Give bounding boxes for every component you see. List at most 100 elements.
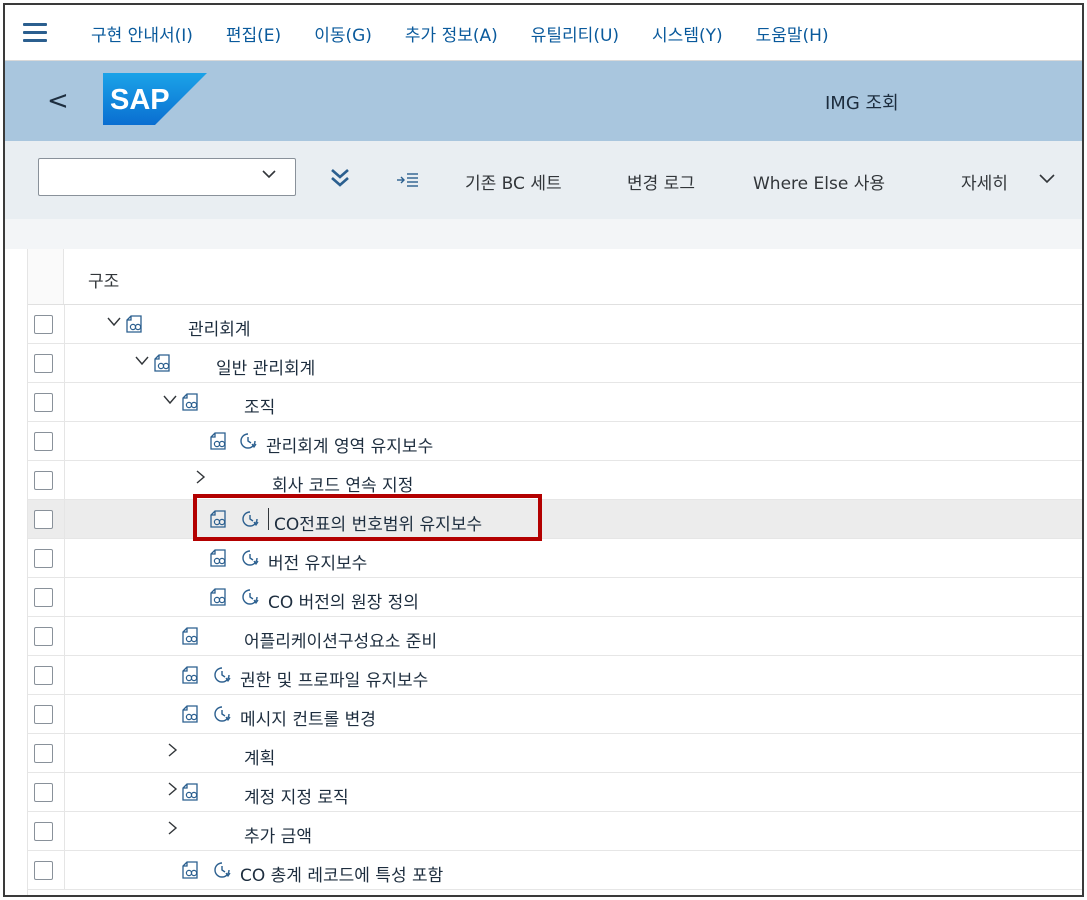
- tree-node-label[interactable]: 추가 금액: [244, 822, 312, 847]
- execute-clock-icon[interactable]: [212, 665, 232, 685]
- tree-row[interactable]: 메시지 컨트롤 변경: [28, 695, 1082, 734]
- expanded-chevron-icon[interactable]: [134, 352, 150, 373]
- tree-row[interactable]: 관리회계 영역 유지보수: [28, 422, 1082, 461]
- row-checkbox[interactable]: [34, 549, 53, 568]
- tree-node-label[interactable]: 관리회계 영역 유지보수: [266, 432, 433, 457]
- documentation-icon[interactable]: [208, 509, 228, 529]
- row-checkbox[interactable]: [34, 510, 53, 529]
- documentation-icon[interactable]: [180, 392, 200, 412]
- tree-node-label[interactable]: 관리회계: [188, 315, 251, 340]
- tree-node-label[interactable]: 메시지 컨트롤 변경: [240, 705, 376, 730]
- row-checkbox[interactable]: [34, 861, 53, 880]
- row-checkbox[interactable]: [34, 393, 53, 412]
- where-else-used-button[interactable]: Where Else 사용: [753, 169, 885, 194]
- tree-node-label[interactable]: 일반 관리회계: [216, 354, 315, 379]
- row-checkbox[interactable]: [34, 315, 53, 334]
- hamburger-menu-icon[interactable]: [23, 23, 47, 43]
- tree-row[interactable]: 회사 코드 연속 지정: [28, 461, 1082, 500]
- menu-implementation-guide[interactable]: 구현 안내서(I): [91, 21, 193, 46]
- tree-node-label[interactable]: 권한 및 프로파일 유지보수: [240, 666, 428, 691]
- execute-clock-icon[interactable]: [240, 509, 260, 529]
- documentation-icon[interactable]: [180, 704, 200, 724]
- tree-row[interactable]: 조직: [28, 383, 1082, 422]
- row-checkbox[interactable]: [34, 822, 53, 841]
- tree-row[interactable]: 계획: [28, 734, 1082, 773]
- documentation-icon[interactable]: [208, 548, 228, 568]
- row-checkbox[interactable]: [34, 432, 53, 451]
- table-header: 구조: [28, 249, 1082, 305]
- tree-row[interactable]: CO 총계 레코드에 특성 포함: [28, 851, 1082, 890]
- expand-all-icon[interactable]: [328, 166, 352, 194]
- tree-row[interactable]: 일반 관리회계: [28, 344, 1082, 383]
- documentation-icon[interactable]: [208, 587, 228, 607]
- execute-clock-icon[interactable]: [240, 548, 260, 568]
- documentation-icon[interactable]: [180, 860, 200, 880]
- menu-help[interactable]: 도움말(H): [756, 21, 829, 46]
- tree-node-label[interactable]: 계획: [244, 744, 275, 769]
- tree-row-selected[interactable]: CO전표의 번호범위 유지보수: [28, 494, 1082, 541]
- menu-utilities[interactable]: 유틸리티(U): [531, 21, 619, 46]
- row-checkbox[interactable]: [34, 705, 53, 724]
- execute-clock-icon[interactable]: [240, 587, 260, 607]
- tree-node-label[interactable]: 버전 유지보수: [268, 549, 367, 574]
- more-button[interactable]: 자세히: [961, 169, 1008, 194]
- menu-bar: 구현 안내서(I) 편집(E) 이동(G) 추가 정보(A) 유틸리티(U) 시…: [5, 5, 1082, 61]
- expanded-chevron-icon[interactable]: [162, 391, 178, 412]
- documentation-icon[interactable]: [180, 665, 200, 685]
- column-header-structure: 구조: [88, 272, 120, 292]
- execute-clock-icon[interactable]: [212, 704, 232, 724]
- tree-node-label[interactable]: 어플리케이션구성요소 준비: [244, 627, 437, 652]
- tree-row[interactable]: 어플리케이션구성요소 준비: [28, 617, 1082, 656]
- expanded-chevron-icon[interactable]: [106, 313, 122, 334]
- row-checkbox[interactable]: [34, 783, 53, 802]
- row-checkbox[interactable]: [34, 354, 53, 373]
- tree-row[interactable]: 버전 유지보수: [28, 539, 1082, 578]
- toolbar: 기존 BC 세트 변경 로그 Where Else 사용 자세히: [5, 141, 1082, 219]
- collapsed-chevron-icon[interactable]: [164, 742, 180, 763]
- select-all-column[interactable]: [28, 249, 64, 304]
- tree-row[interactable]: CO 버전의 원장 정의: [28, 578, 1082, 617]
- menu-goto[interactable]: 이동(G): [314, 21, 372, 46]
- bc-set-select[interactable]: [38, 158, 296, 196]
- tree-node-label[interactable]: 계정 지정 로직: [244, 783, 349, 808]
- execute-clock-icon[interactable]: [238, 431, 258, 451]
- collapsed-chevron-icon[interactable]: [164, 820, 180, 841]
- tree-row[interactable]: 계정 지정 로직: [28, 773, 1082, 812]
- tree-node-label[interactable]: 조직: [244, 393, 275, 418]
- menu-system[interactable]: 시스템(Y): [652, 21, 723, 46]
- change-log-button[interactable]: 변경 로그: [627, 169, 695, 194]
- tree-rows: 관리회계 일반 관리회계 조직 관리회계 영역 유지보수 회사 코드 연속 지정…: [28, 305, 1082, 890]
- sap-logo-text: SAP: [110, 84, 170, 116]
- tree-node-label[interactable]: CO 총계 레코드에 특성 포함: [240, 861, 443, 886]
- row-checkbox[interactable]: [34, 588, 53, 607]
- documentation-icon[interactable]: [124, 314, 144, 334]
- tree-row[interactable]: 관리회계: [28, 305, 1082, 344]
- position-cursor-icon[interactable]: [396, 171, 420, 193]
- collapsed-chevron-icon[interactable]: [164, 781, 180, 802]
- tree-node-label[interactable]: CO전표의 번호범위 유지보수: [274, 510, 482, 535]
- menu-additional-info[interactable]: 추가 정보(A): [405, 21, 498, 46]
- existing-bc-sets-button[interactable]: 기존 BC 세트: [465, 169, 562, 194]
- row-checkbox[interactable]: [34, 627, 53, 646]
- row-checkbox[interactable]: [34, 666, 53, 685]
- documentation-icon[interactable]: [208, 431, 228, 451]
- execute-clock-icon[interactable]: [212, 860, 232, 880]
- row-checkbox[interactable]: [34, 471, 53, 490]
- tree-node-label[interactable]: CO 버전의 원장 정의: [268, 588, 419, 613]
- documentation-icon[interactable]: [180, 626, 200, 646]
- menu-edit[interactable]: 편집(E): [226, 21, 281, 46]
- row-checkbox[interactable]: [34, 744, 53, 763]
- tree-row[interactable]: 권한 및 프로파일 유지보수: [28, 656, 1082, 695]
- sap-logo: SAP: [103, 73, 207, 125]
- collapsed-chevron-icon[interactable]: [192, 469, 208, 490]
- documentation-icon[interactable]: [180, 782, 200, 802]
- tree-row[interactable]: 추가 금액: [28, 812, 1082, 851]
- tree-node-label[interactable]: 회사 코드 연속 지정: [272, 471, 413, 496]
- documentation-icon[interactable]: [152, 353, 172, 373]
- more-chevron-down-icon[interactable]: [1038, 171, 1056, 191]
- chevron-down-icon[interactable]: [261, 166, 277, 186]
- back-button[interactable]: <: [47, 88, 69, 114]
- structure-tree-table: 구조 관리회계 일반 관리회계 조직 관리회계 영역 유지보수 회사 코드 연속…: [27, 249, 1082, 895]
- page-title: IMG 조회: [825, 93, 899, 114]
- title-bar: < SAP IMG 조회: [5, 61, 1082, 141]
